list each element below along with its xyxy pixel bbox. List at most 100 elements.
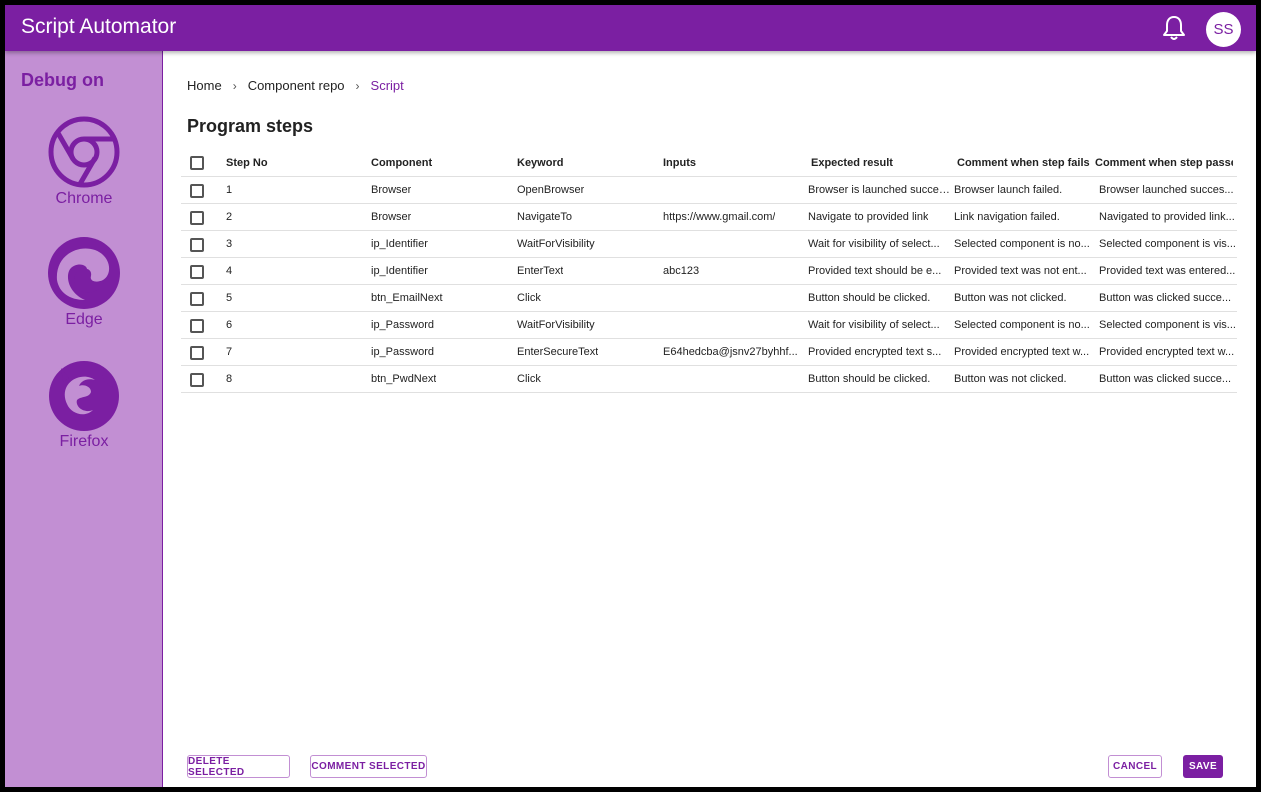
cell-fail: Link navigation failed.: [954, 210, 1060, 223]
column-header-pass[interactable]: Comment when step passes: [1095, 149, 1233, 176]
cell-pass-wrap: Provided encrypted text w...: [1099, 339, 1237, 365]
table-row[interactable]: 8 btn_PwdNext Click Button should be clicke…: [181, 366, 1237, 393]
column-header-expected[interactable]: Expected result: [811, 149, 953, 176]
cell-component-wrap: btn_PwdNext: [371, 366, 511, 392]
cell-expected-wrap: Button should be clicked.: [808, 285, 950, 311]
app-title: Script Automator: [21, 15, 177, 38]
cell-inputs-wrap: [663, 366, 803, 392]
cell-inputs: abc123: [663, 264, 700, 277]
cell-inputs-wrap: [663, 312, 803, 338]
row-checkbox[interactable]: [190, 373, 204, 387]
cell-pass-wrap: Selected component is vis...: [1099, 312, 1237, 338]
bell-icon[interactable]: [1160, 14, 1188, 42]
cell-step: 3: [226, 237, 233, 250]
column-header-keyword[interactable]: Keyword: [517, 149, 657, 176]
cell-expected-wrap: Browser is launched succes...: [808, 177, 950, 203]
cell-expected: Button should be clicked.: [808, 291, 931, 304]
cell-pass-wrap: Button was clicked succe...: [1099, 366, 1237, 392]
cell-fail-wrap: Selected component is no...: [954, 231, 1094, 257]
cell-expected-wrap: Wait for visibility of select...: [808, 231, 950, 257]
cancel-button[interactable]: CANCEL: [1108, 755, 1162, 778]
cell-inputs-wrap: abc123: [663, 258, 803, 284]
cell-keyword: Click: [517, 372, 541, 385]
breadcrumb-home[interactable]: Home: [187, 78, 222, 93]
table-row[interactable]: 1 Browser OpenBrowser Browser is launched s…: [181, 177, 1237, 204]
cell-component-wrap: ip_Identifier: [371, 258, 511, 284]
cell-fail: Button was not clicked.: [954, 291, 1067, 304]
cell-inputs-wrap: [663, 231, 803, 257]
sidebar-item-chrome[interactable]: Chrome: [5, 115, 163, 208]
app-window: Script Automator SS Debug on Chrome Edge…: [5, 5, 1256, 787]
cell-keyword-wrap: OpenBrowser: [517, 177, 657, 203]
table-row[interactable]: 2 Browser NavigateTo https://www.gmail.com/…: [181, 204, 1237, 231]
main-content: Home › Component repo › Script Program s…: [163, 51, 1256, 787]
cell-pass: Button was clicked succe...: [1099, 291, 1232, 304]
row-checkbox[interactable]: [190, 238, 204, 252]
cell-keyword: EnterSecureText: [517, 345, 599, 358]
firefox-icon: [49, 361, 119, 431]
cell-fail-wrap: Button was not clicked.: [954, 366, 1094, 392]
cell-component-wrap: Browser: [371, 177, 511, 203]
cell-fail: Provided text was not ent...: [954, 264, 1087, 277]
column-header-component[interactable]: Component: [371, 149, 511, 176]
cell-expected: Browser is launched succes...: [808, 183, 950, 196]
breadcrumb-component-repo[interactable]: Component repo: [248, 78, 345, 93]
sidebar-item-firefox[interactable]: Firefox: [5, 358, 163, 451]
cell-pass-wrap: Button was clicked succe...: [1099, 285, 1237, 311]
cell-inputs-wrap: [663, 285, 803, 311]
column-header-inputs[interactable]: Inputs: [663, 149, 803, 176]
sidebar-item-label: Chrome: [55, 190, 113, 207]
chrome-icon: [48, 116, 120, 188]
cell-pass: Browser launched succes...: [1099, 183, 1234, 196]
cell-keyword: NavigateTo: [517, 210, 573, 223]
cell-keyword: WaitForVisibility: [517, 318, 595, 331]
row-checkbox[interactable]: [190, 319, 204, 333]
table-row[interactable]: 4 ip_Identifier EnterText abc123 Provided te…: [181, 258, 1237, 285]
cell-expected: Provided text should be e...: [808, 264, 942, 277]
sidebar-item-edge[interactable]: Edge: [5, 236, 163, 329]
cell-inputs-wrap: E64hedcba@jsnv27byhhf...: [663, 339, 803, 365]
cell-fail: Browser launch failed.: [954, 183, 1063, 196]
breadcrumb-script: Script: [370, 78, 404, 93]
cell-inputs: E64hedcba@jsnv27byhhf...: [663, 345, 798, 358]
table-row[interactable]: 3 ip_Identifier WaitForVisibility Wait for …: [181, 231, 1237, 258]
cell-component-wrap: ip_Password: [371, 312, 511, 338]
avatar[interactable]: SS: [1206, 12, 1241, 47]
select-all-checkbox[interactable]: [190, 156, 204, 170]
cell-step-wrap: 6: [226, 312, 366, 338]
sidebar-item-label: Firefox: [59, 433, 109, 450]
cell-fail-wrap: Provided encrypted text w...: [954, 339, 1094, 365]
cell-expected: Wait for visibility of select...: [808, 318, 940, 331]
column-header-fail[interactable]: Comment when step fails: [957, 149, 1097, 176]
row-checkbox[interactable]: [190, 346, 204, 360]
column-header-step[interactable]: Step No: [226, 149, 366, 176]
cell-step: 8: [226, 372, 233, 385]
cell-step: 2: [226, 210, 233, 223]
cell-expected: Navigate to provided link: [808, 210, 929, 223]
cell-component: Browser: [371, 183, 412, 196]
row-checkbox[interactable]: [190, 265, 204, 279]
row-checkbox[interactable]: [190, 184, 204, 198]
table-row[interactable]: 5 btn_EmailNext Click Button should be clic…: [181, 285, 1237, 312]
row-checkbox[interactable]: [190, 292, 204, 306]
table-row[interactable]: 6 ip_Password WaitForVisibility Wait for vi…: [181, 312, 1237, 339]
cell-component-wrap: ip_Identifier: [371, 231, 511, 257]
cell-pass-wrap: Selected component is vis...: [1099, 231, 1237, 257]
row-checkbox[interactable]: [190, 211, 204, 225]
cell-component-wrap: ip_Password: [371, 339, 511, 365]
cell-step-wrap: 3: [226, 231, 366, 257]
save-button[interactable]: SAVE: [1183, 755, 1223, 778]
cell-step: 1: [226, 183, 233, 196]
delete-selected-button[interactable]: DELETE SELECTED: [187, 755, 290, 778]
cell-expected: Provided encrypted text s...: [808, 345, 942, 358]
cell-keyword: Click: [517, 291, 541, 304]
chevron-right-icon: ›: [232, 78, 237, 93]
table-row[interactable]: 7 ip_Password EnterSecureText E64hedcba@jsn…: [181, 339, 1237, 366]
cell-expected: Button should be clicked.: [808, 372, 931, 385]
cell-keyword-wrap: EnterSecureText: [517, 339, 657, 365]
cell-fail: Button was not clicked.: [954, 372, 1067, 385]
cell-pass: Navigated to provided link...: [1099, 210, 1235, 223]
comment-selected-button[interactable]: COMMENT SELECTED: [310, 755, 427, 778]
cell-fail: Provided encrypted text w...: [954, 345, 1090, 358]
cell-pass: Selected component is vis...: [1099, 318, 1236, 331]
